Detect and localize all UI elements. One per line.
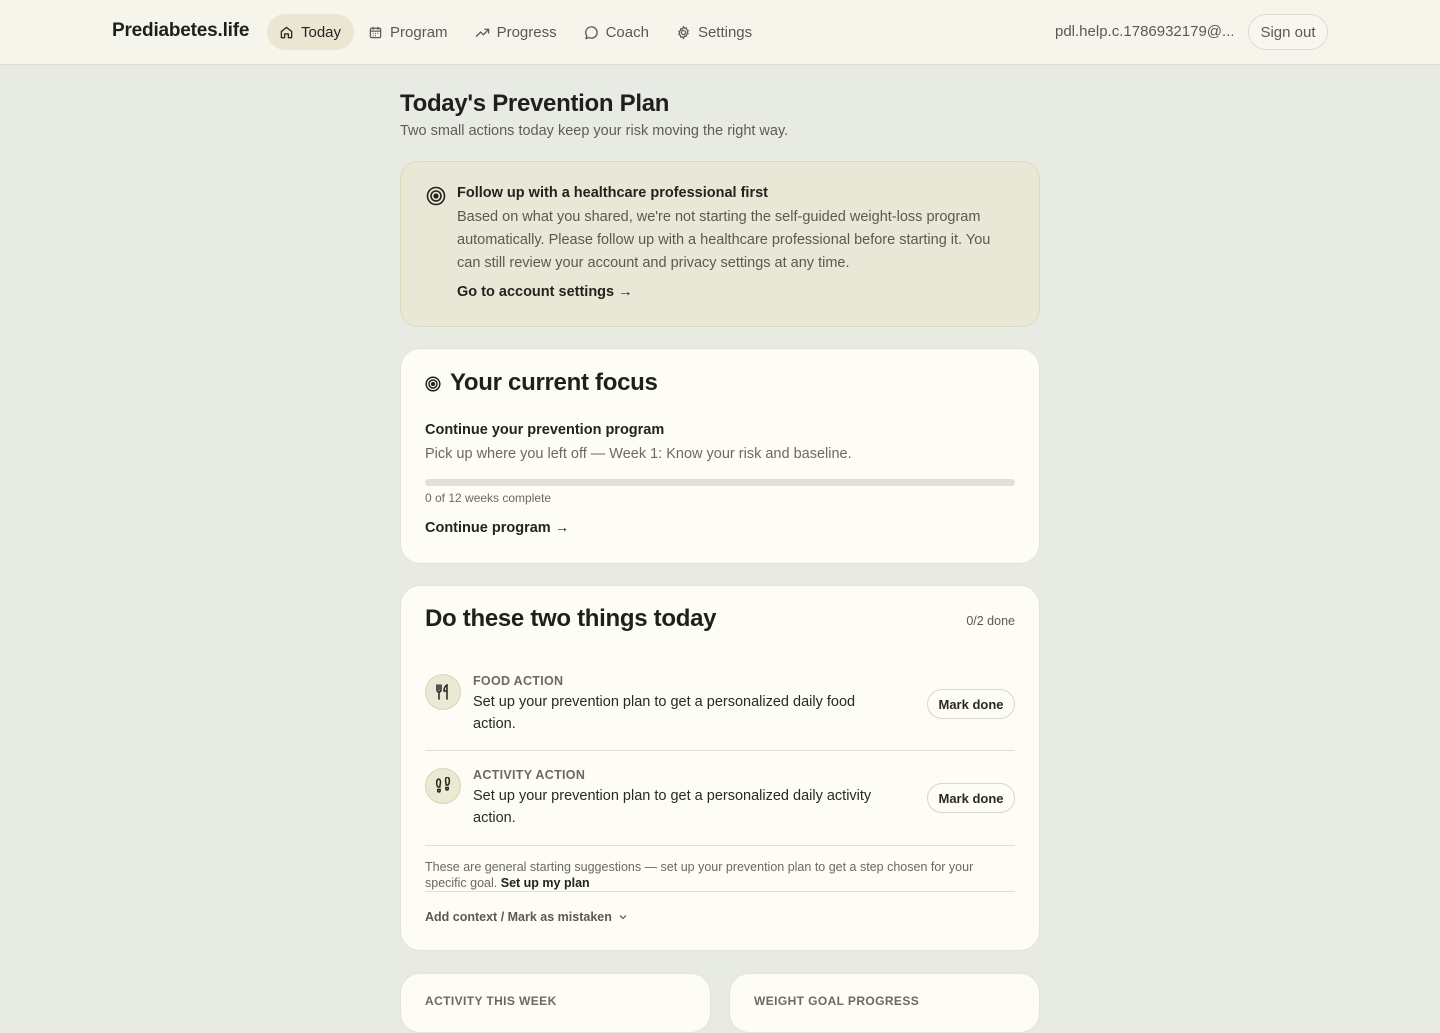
focus-heading: Continue your prevention program bbox=[425, 422, 665, 438]
home-icon bbox=[280, 26, 293, 38]
done-count: 0/2 done bbox=[966, 614, 1015, 628]
activity-week-card: ACTIVITY THIS WEEK bbox=[400, 973, 711, 1033]
current-focus-card: Your current focus Continue your prevent… bbox=[400, 348, 1040, 564]
chat-icon bbox=[584, 25, 598, 39]
action-text: Set up your prevention plan to get a per… bbox=[473, 788, 872, 826]
program-progress-bar bbox=[425, 479, 1015, 486]
account-settings-link[interactable]: Go to account settings → bbox=[457, 284, 633, 300]
sign-out-button[interactable]: Sign out bbox=[1248, 14, 1328, 50]
nav-item-today[interactable]: Today bbox=[267, 14, 355, 50]
nav-item-settings[interactable]: Settings bbox=[664, 14, 765, 50]
top-navigation-bar: Prediabetes.life Today Program Progress … bbox=[0, 0, 1440, 65]
action-kind: ACTIVITY ACTION bbox=[473, 768, 586, 782]
alert-body: Based on what you shared, we're not star… bbox=[457, 209, 991, 271]
today-actions-card: Do these two things today 0/2 done FOOD … bbox=[400, 585, 1040, 951]
healthcare-alert: Follow up with a healthcare professional… bbox=[400, 161, 1040, 327]
brand-logo[interactable]: Prediabetes.life bbox=[112, 20, 249, 42]
mark-done-button[interactable]: Mark done bbox=[927, 783, 1015, 813]
set-up-plan-link[interactable]: Set up my plan bbox=[501, 876, 590, 890]
nav-label: Today bbox=[301, 23, 342, 41]
action-kind: FOOD ACTION bbox=[473, 674, 564, 688]
suggestion-note: These are general starting suggestions —… bbox=[425, 859, 1015, 891]
action-text: Set up your prevention plan to get a per… bbox=[473, 694, 856, 732]
nav-item-progress[interactable]: Progress bbox=[463, 14, 570, 50]
alert-title: Follow up with a healthcare professional… bbox=[457, 185, 768, 201]
utensils-icon bbox=[425, 674, 461, 710]
chevron-down-icon bbox=[619, 915, 627, 920]
main-nav: Today Program Progress Coach Settings bbox=[267, 14, 765, 50]
trend-icon bbox=[475, 28, 489, 37]
weight-goal-card: WEIGHT GOAL PROGRESS bbox=[729, 973, 1040, 1033]
footprints-icon bbox=[425, 768, 461, 804]
user-email: pdl.help.c.1786932179@... bbox=[1055, 23, 1233, 40]
nav-item-coach[interactable]: Coach bbox=[572, 14, 662, 50]
action-item-food: FOOD ACTION Set up your prevention plan … bbox=[425, 672, 1015, 751]
nav-label: Progress bbox=[496, 23, 557, 41]
action-item-activity: ACTIVITY ACTION Set up your prevention p… bbox=[425, 766, 1015, 846]
page-subtitle: Two small actions today keep your risk m… bbox=[400, 123, 789, 139]
divider bbox=[425, 891, 1015, 892]
target-icon bbox=[425, 376, 441, 392]
progress-text: 0 of 12 weeks complete bbox=[425, 491, 552, 505]
continue-program-link[interactable]: Continue program → bbox=[425, 520, 569, 536]
mark-done-button[interactable]: Mark done bbox=[927, 689, 1015, 719]
card-label: ACTIVITY THIS WEEK bbox=[425, 994, 557, 1008]
nav-label: Coach bbox=[605, 23, 649, 41]
add-context-toggle[interactable]: Add context / Mark as mistaken bbox=[425, 910, 628, 924]
focus-title: Your current focus bbox=[450, 369, 658, 396]
nav-label: Settings bbox=[697, 23, 753, 41]
nav-item-program[interactable]: Program bbox=[356, 14, 461, 50]
target-icon bbox=[426, 186, 446, 206]
calendar-icon bbox=[369, 26, 382, 38]
today-title: Do these two things today bbox=[425, 605, 717, 632]
gear-icon bbox=[677, 24, 689, 40]
page-title: Today's Prevention Plan bbox=[400, 90, 670, 117]
context-label: Add context / Mark as mistaken bbox=[425, 910, 612, 924]
nav-label: Program bbox=[390, 23, 448, 41]
card-label: WEIGHT GOAL PROGRESS bbox=[754, 994, 920, 1008]
focus-description: Pick up where you left off — Week 1: Kno… bbox=[425, 446, 852, 462]
